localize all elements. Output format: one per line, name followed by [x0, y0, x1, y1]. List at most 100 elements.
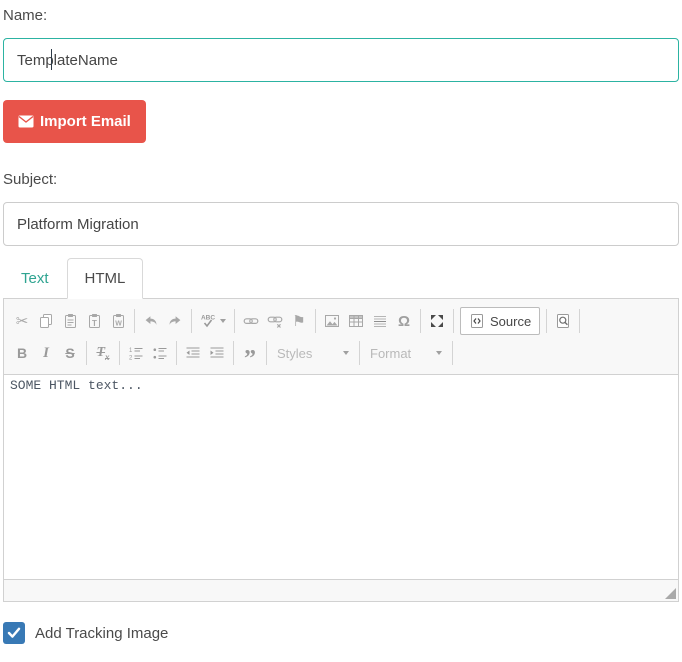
tab-html[interactable]: HTML: [67, 258, 144, 299]
format-dropdown-label: Format: [370, 346, 411, 361]
strikethrough-icon: S: [65, 345, 74, 361]
preview-button[interactable]: [551, 309, 575, 333]
copy-button[interactable]: [34, 309, 58, 333]
numbered-list-icon: 1 2: [128, 345, 144, 361]
toolbar-separator: [452, 341, 453, 365]
toolbar-separator: [233, 341, 234, 365]
italic-icon: I: [43, 345, 49, 362]
unlink-button[interactable]: [263, 309, 287, 333]
svg-text:1: 1: [129, 348, 133, 354]
decrease-indent-button[interactable]: [181, 341, 205, 365]
source-button[interactable]: Source: [460, 307, 540, 335]
resize-handle-icon[interactable]: [665, 588, 676, 599]
link-button[interactable]: [239, 309, 263, 333]
bulleted-list-icon: [152, 345, 168, 361]
toolbar-separator: [359, 341, 360, 365]
blockquote-button[interactable]: ”: [238, 341, 262, 365]
toolbar-separator: [546, 309, 547, 333]
toolbar-separator: [134, 309, 135, 333]
subject-label: Subject:: [3, 171, 679, 188]
paste-from-word-button[interactable]: W: [106, 309, 130, 333]
maximize-button[interactable]: [425, 309, 449, 333]
preview-icon: [555, 313, 571, 329]
chevron-down-icon: [436, 351, 442, 355]
html-editor: ✂: [3, 298, 679, 602]
svg-text:2: 2: [129, 355, 133, 361]
increase-indent-button[interactable]: [205, 341, 229, 365]
image-icon: [324, 313, 340, 329]
flag-icon: ⚑: [292, 312, 305, 330]
add-tracking-label[interactable]: Add Tracking Image: [35, 625, 168, 642]
toolbar-separator: [453, 309, 454, 333]
indent-icon: [209, 345, 225, 361]
cut-button[interactable]: ✂: [10, 309, 34, 333]
toolbar-separator: [86, 341, 87, 365]
paste-plain-text-button[interactable]: T: [82, 309, 106, 333]
styles-dropdown-label: Styles: [277, 346, 312, 361]
toolbar-separator: [579, 309, 580, 333]
paste-icon: [62, 313, 78, 329]
toolbar-separator: [315, 309, 316, 333]
add-tracking-checkbox[interactable]: [3, 622, 25, 644]
import-email-button[interactable]: Import Email: [3, 100, 146, 143]
spellcheck-icon: ABC: [200, 313, 216, 329]
paste-word-icon: W: [110, 313, 126, 329]
redo-button[interactable]: [163, 309, 187, 333]
insert-image-button[interactable]: [320, 309, 344, 333]
editor-tabs: Text HTML: [3, 258, 679, 298]
expand-arrows-icon: [429, 313, 445, 329]
paste-button[interactable]: [58, 309, 82, 333]
svg-text:ABC: ABC: [201, 315, 215, 322]
strikethrough-button[interactable]: S: [58, 341, 82, 365]
subject-input[interactable]: [3, 202, 679, 246]
outdent-icon: [185, 345, 201, 361]
anchor-button[interactable]: ⚑: [287, 309, 311, 333]
redo-icon: [167, 313, 183, 329]
insert-table-button[interactable]: [344, 309, 368, 333]
toolbar-separator: [234, 309, 235, 333]
name-label: Name:: [3, 7, 679, 24]
svg-text:W: W: [115, 321, 122, 328]
copy-icon: [38, 313, 54, 329]
editor-toolbar: ✂: [4, 299, 678, 375]
remove-format-button[interactable]: Tx: [91, 341, 115, 365]
toolbar-separator: [176, 341, 177, 365]
blockquote-icon: ”: [244, 343, 256, 363]
styles-dropdown[interactable]: Styles: [271, 341, 355, 365]
checkmark-icon: [7, 627, 21, 639]
link-icon: [243, 313, 259, 329]
omega-icon: Ω: [398, 313, 410, 330]
svg-text:T: T: [92, 319, 97, 328]
unlink-icon: [267, 313, 283, 329]
tracking-option-row: Add Tracking Image: [3, 622, 679, 644]
scissors-icon: ✂: [16, 312, 29, 330]
italic-button[interactable]: I: [34, 341, 58, 365]
spellcheck-button[interactable]: ABC: [196, 309, 230, 333]
bold-button[interactable]: B: [10, 341, 34, 365]
numbered-list-button[interactable]: 1 2: [124, 341, 148, 365]
source-editing-area[interactable]: SOME HTML text...: [4, 375, 678, 579]
bulleted-list-button[interactable]: [148, 341, 172, 365]
bold-icon: B: [17, 345, 27, 361]
editor-status-bar: [4, 579, 678, 601]
toolbar-separator: [420, 309, 421, 333]
envelope-icon: [18, 115, 34, 128]
tab-text[interactable]: Text: [3, 258, 67, 299]
name-input[interactable]: [3, 38, 679, 82]
subject-input-wrap: [3, 202, 679, 246]
toolbar-separator: [266, 341, 267, 365]
toolbar-separator: [191, 309, 192, 333]
horizontal-rule-icon: [372, 313, 388, 329]
import-email-label: Import Email: [40, 113, 131, 130]
format-dropdown[interactable]: Format: [364, 341, 448, 365]
text-caret: [51, 49, 52, 70]
name-input-wrap: [3, 38, 679, 82]
special-character-button[interactable]: Ω: [392, 309, 416, 333]
source-code-icon: [469, 313, 485, 329]
toolbar-row-2: B I S Tx 1 2: [10, 337, 672, 369]
source-button-label: Source: [490, 314, 531, 329]
horizontal-rule-button[interactable]: [368, 309, 392, 333]
toolbar-separator: [119, 341, 120, 365]
toolbar-row-1: ✂: [10, 305, 672, 337]
undo-button[interactable]: [139, 309, 163, 333]
